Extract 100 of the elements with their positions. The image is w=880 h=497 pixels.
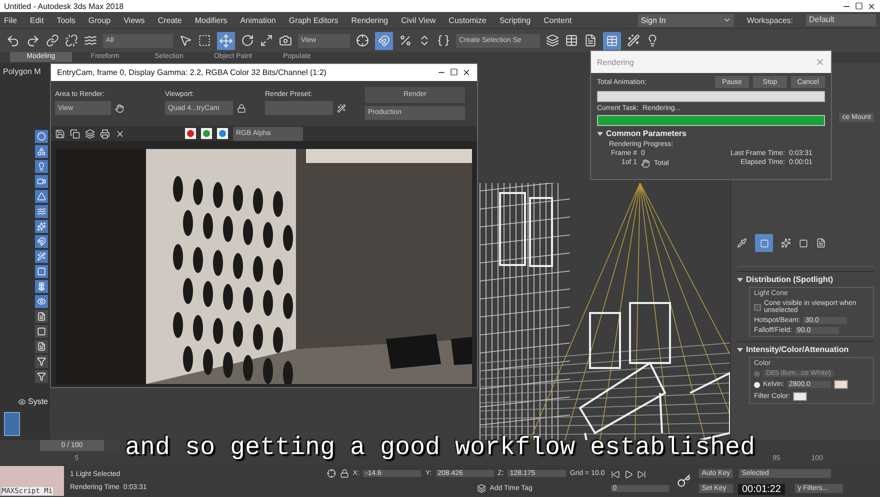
maximize-icon[interactable] — [450, 68, 458, 76]
menu-item[interactable]: Customize — [448, 16, 486, 24]
color-swatch[interactable] — [834, 380, 848, 389]
menu-item[interactable]: Content — [544, 16, 572, 24]
crosshair-icon[interactable] — [326, 469, 336, 478]
table-icon — [606, 34, 618, 46]
section-title[interactable]: Distribution (Spotlight) — [746, 275, 834, 284]
menu-item[interactable]: Create — [158, 16, 182, 24]
braces-icon[interactable] — [437, 34, 450, 47]
selection-region-icon[interactable] — [198, 34, 211, 47]
time-tag-icon[interactable] — [476, 484, 486, 493]
filter-button[interactable] — [35, 325, 48, 338]
hand-icon[interactable] — [115, 104, 124, 113]
filter-button[interactable] — [35, 130, 48, 143]
scene-item[interactable]: Syste — [28, 397, 48, 406]
skip-forward-icon[interactable] — [636, 470, 646, 479]
filter-button[interactable] — [35, 250, 48, 263]
clone-icon[interactable] — [85, 128, 95, 139]
channel-toggle[interactable] — [201, 128, 212, 140]
close-icon[interactable] — [867, 2, 876, 10]
filter-button[interactable] — [35, 280, 48, 293]
link-icon[interactable] — [46, 34, 59, 47]
lock-icon[interactable] — [340, 469, 349, 478]
clear-icon[interactable] — [115, 128, 125, 139]
caret-icon — [722, 16, 731, 24]
filter-button[interactable] — [35, 190, 48, 203]
close-icon[interactable] — [462, 68, 471, 77]
shapes-icon — [37, 147, 46, 156]
filter-button[interactable] — [35, 265, 48, 278]
lock-icon[interactable] — [237, 104, 246, 113]
pipette-icon[interactable] — [737, 238, 747, 248]
schematic-button[interactable] — [603, 32, 621, 50]
filter-button[interactable] — [35, 235, 48, 248]
color-swatch[interactable] — [793, 392, 808, 401]
section-title[interactable]: Common Parameters — [606, 129, 686, 138]
copy-icon[interactable] — [70, 128, 80, 139]
rotate-icon[interactable] — [241, 34, 254, 47]
menu-item[interactable]: Animation — [240, 16, 276, 24]
wand-icon[interactable] — [337, 104, 346, 113]
disclosure-icon[interactable] — [737, 346, 743, 352]
pointer-icon[interactable] — [179, 34, 192, 47]
filter-button[interactable] — [35, 205, 48, 218]
snap-button[interactable] — [375, 32, 393, 50]
magnet-icon — [378, 34, 390, 46]
filter-button[interactable] — [35, 220, 48, 233]
checkbox[interactable] — [754, 304, 761, 310]
menu-item[interactable]: Civil View — [401, 16, 436, 24]
channel-toggle[interactable] — [217, 128, 228, 140]
filter-button[interactable] — [35, 310, 48, 323]
channel-toggle[interactable] — [185, 128, 196, 140]
camera-icon[interactable] — [279, 34, 292, 47]
menu-item[interactable]: Edit — [30, 16, 44, 24]
subtitle: and so getting a good workflow established — [124, 433, 756, 462]
menu-item[interactable]: Tools — [56, 16, 76, 24]
scale-icon[interactable] — [260, 34, 273, 47]
restore-icon[interactable] — [855, 2, 863, 10]
print-icon[interactable] — [100, 128, 110, 139]
undo-icon[interactable] — [6, 34, 20, 48]
document-icon[interactable] — [584, 34, 597, 47]
window-title: Untitled - Autodesk 3ds Max 2018 — [4, 2, 124, 10]
document-icon[interactable] — [816, 238, 826, 248]
menu-item[interactable]: Modifiers — [194, 16, 228, 24]
crosshair-icon[interactable] — [356, 34, 369, 47]
redo-icon[interactable] — [26, 34, 40, 48]
layers-icon[interactable] — [546, 34, 559, 47]
radio-button[interactable] — [754, 382, 760, 388]
unlink-icon[interactable] — [65, 34, 78, 47]
filter-button[interactable] — [35, 160, 48, 173]
skip-back-icon[interactable] — [610, 470, 620, 479]
table-icon[interactable] — [565, 34, 578, 47]
waves-icon[interactable] — [84, 34, 97, 47]
menu-item[interactable]: Graph Editors — [288, 16, 338, 24]
filter-button[interactable] — [35, 175, 48, 188]
lightbulb-icon[interactable] — [646, 34, 659, 47]
modify-button[interactable] — [755, 234, 773, 252]
filter-button[interactable] — [35, 355, 48, 368]
document-icon — [37, 312, 46, 321]
menu-item[interactable]: Rendering — [351, 16, 388, 24]
section-title[interactable]: Intensity/Color/Attenuation — [746, 345, 849, 354]
move-button[interactable] — [217, 32, 235, 50]
percent-icon[interactable] — [399, 34, 412, 47]
menu-item[interactable]: Group — [88, 16, 111, 24]
menu-item[interactable]: File — [4, 16, 17, 24]
menu-item[interactable]: Scripting — [499, 16, 531, 24]
filter-button[interactable] — [35, 370, 48, 383]
filter-button[interactable] — [35, 295, 48, 308]
filter-button[interactable] — [35, 340, 48, 353]
radio-button[interactable] — [754, 370, 760, 376]
wand-icon[interactable] — [627, 34, 640, 47]
square-icon[interactable] — [799, 238, 808, 248]
disclosure-icon[interactable] — [737, 276, 743, 282]
wand-icon — [37, 252, 46, 261]
save-icon[interactable] — [55, 128, 65, 139]
workspace-dropdown[interactable]: Default — [806, 14, 876, 26]
menu-item[interactable]: Views — [124, 16, 145, 24]
disclosure-icon[interactable] — [597, 130, 603, 136]
play-icon[interactable] — [624, 470, 633, 479]
sparkles-icon[interactable] — [781, 238, 791, 248]
filter-button[interactable] — [35, 145, 48, 158]
sign-in-dropdown[interactable]: Sign In — [638, 14, 734, 26]
